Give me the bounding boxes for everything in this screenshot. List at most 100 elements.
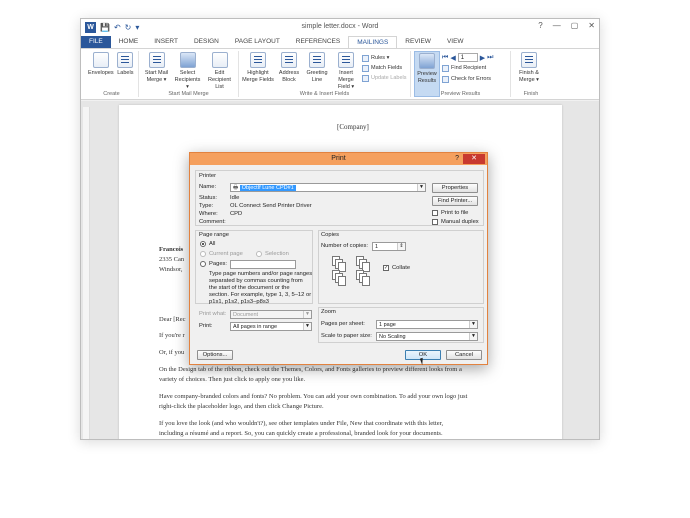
group-label: Start Mail Merge xyxy=(168,91,209,97)
window-controls: ? — ▢ ✕ xyxy=(538,21,595,30)
print-what-dropdown[interactable]: Document ▼ xyxy=(230,310,312,319)
salutation[interactable]: Dear [Rec xyxy=(159,315,186,324)
collate-sheet xyxy=(338,276,346,286)
greeting-line-icon xyxy=(309,52,325,68)
tab-design[interactable]: DESIGN xyxy=(186,36,227,48)
tab-page-layout[interactable]: PAGE LAYOUT xyxy=(227,36,288,48)
pages-per-sheet-dropdown[interactable]: 1 page ▼ xyxy=(376,320,478,329)
sender-address-line-2[interactable]: Windsor, xyxy=(159,265,183,274)
paragraph-3-line-1[interactable]: If you love the look (and who wouldn't?)… xyxy=(159,419,443,428)
comment-label: Comment: xyxy=(199,219,226,225)
scale-to-paper-dropdown[interactable]: No Scaling ▼ xyxy=(376,332,478,341)
status-value: Idle xyxy=(230,195,240,201)
record-input[interactable]: 1 xyxy=(457,53,478,62)
find-printer-button[interactable]: Find Printer... xyxy=(432,196,478,206)
where-label: Where: xyxy=(199,211,218,217)
first-record-icon[interactable]: ⏮ xyxy=(442,54,448,62)
sender-address-line-1[interactable]: 2335 Can xyxy=(159,255,184,264)
group-label: Write & Insert Fields xyxy=(299,91,350,97)
vertical-ruler[interactable] xyxy=(83,107,90,439)
restore-button[interactable]: ▢ xyxy=(571,21,579,30)
match-fields-button[interactable]: Match Fields xyxy=(362,63,406,73)
group-finish: Finish & Merge ▾ Finish xyxy=(511,51,551,97)
paragraph-1-line-2[interactable]: variety of choices. Then just click to a… xyxy=(159,375,305,384)
company-placeholder[interactable]: [Company] xyxy=(337,123,369,132)
tab-home[interactable]: HOME xyxy=(111,36,147,48)
group-label: Create xyxy=(103,91,120,97)
tab-review[interactable]: REVIEW xyxy=(397,36,439,48)
edit-list-icon xyxy=(211,52,228,68)
address-block-icon xyxy=(281,52,297,68)
page-range-label: Page range xyxy=(199,232,229,238)
spinner-arrows-icon[interactable]: ⇕ xyxy=(397,243,405,250)
check-errors-button[interactable]: Check for Errors xyxy=(442,74,493,84)
paragraph-2-line-1[interactable]: Have company-branded colors and fonts? N… xyxy=(159,392,467,401)
tab-view[interactable]: VIEW xyxy=(439,36,472,48)
print-dropdown[interactable]: All pages in range ▼ xyxy=(230,322,312,331)
dialog-close-button[interactable]: ✕ xyxy=(463,154,485,164)
page-range-hint-5: p1s1, p1s2, p1s3–p8s3 xyxy=(209,299,269,305)
print-label: Print: xyxy=(199,323,213,329)
pages-radio[interactable] xyxy=(200,261,206,267)
tab-references[interactable]: REFERENCES xyxy=(288,36,348,48)
preview-icon xyxy=(419,53,435,69)
paragraph-3-line-2[interactable]: including a résumé and a report. So, you… xyxy=(159,429,443,438)
print-dialog-title: Print xyxy=(331,155,346,162)
tab-file[interactable]: FILE xyxy=(81,36,111,48)
merge-field-icon xyxy=(338,52,354,68)
tab-insert[interactable]: INSERT xyxy=(146,36,186,48)
body-line-a[interactable]: If you're r xyxy=(159,331,185,340)
body-line-b[interactable]: Or, if you xyxy=(159,348,184,357)
collate-checkbox[interactable]: ✓ xyxy=(383,265,389,271)
paragraph-2-line-2[interactable]: right-click the placeholder logo, and th… xyxy=(159,402,324,411)
print-to-file-checkbox[interactable] xyxy=(432,210,438,216)
record-navigation: ⏮ ◀ 1 ▶ ⏭ xyxy=(442,53,493,62)
group-create: Envelopes Labels Create xyxy=(85,51,139,97)
collate-sheet xyxy=(362,276,370,286)
current-page-label: Current page xyxy=(209,251,243,257)
all-pages-label: All xyxy=(209,241,216,247)
scale-to-paper-label: Scale to paper size: xyxy=(321,333,372,339)
help-icon[interactable]: ? xyxy=(538,21,542,30)
selection-label: Selection xyxy=(265,251,289,257)
printer-name-dropdown[interactable]: 🖶 ObjectIf Lune CPD#1 ▼ xyxy=(230,183,426,192)
manual-duplex-label: Manual duplex xyxy=(441,219,479,225)
update-labels-icon xyxy=(362,74,369,82)
pages-input[interactable] xyxy=(230,260,296,269)
paragraph-1-line-1[interactable]: On the Design tab of the ribbon, check o… xyxy=(159,365,462,374)
chevron-down-icon: ▼ xyxy=(303,323,311,330)
group-start-mail-merge: Start Mail Merge ▾ Select Recipients ▾ E… xyxy=(139,51,239,97)
collate-label: Collate xyxy=(392,265,411,271)
minimize-button[interactable]: — xyxy=(553,21,561,30)
where-value: CPD xyxy=(230,211,243,217)
labels-icon xyxy=(117,52,134,68)
title-bar: W 💾 ↶ ↻ ▾ simple letter.docx - Word ? — … xyxy=(81,19,599,36)
find-recipient-button[interactable]: Find Recipient xyxy=(442,63,493,73)
print-what-label: Print what: xyxy=(199,311,227,317)
selection-radio[interactable] xyxy=(256,251,262,257)
match-fields-icon xyxy=(362,64,369,72)
rules-button[interactable]: Rules ▾ xyxy=(362,53,406,63)
close-button[interactable]: ✕ xyxy=(588,21,595,30)
next-record-icon[interactable]: ▶ xyxy=(480,54,485,62)
chevron-down-icon: ▼ xyxy=(469,321,477,328)
options-button[interactable]: Options... xyxy=(197,350,233,360)
last-record-icon[interactable]: ⏭ xyxy=(487,54,493,62)
chevron-down-icon: ▼ xyxy=(417,184,425,191)
print-dialog-title-bar: Print ? ✕ xyxy=(190,153,487,165)
cancel-button[interactable]: Cancel xyxy=(446,350,482,360)
manual-duplex-checkbox[interactable] xyxy=(432,219,438,225)
previous-record-icon[interactable]: ◀ xyxy=(450,54,455,62)
current-page-radio[interactable] xyxy=(200,251,206,257)
copies-label: Copies xyxy=(321,232,340,238)
find-icon xyxy=(442,64,449,72)
printer-name-label: Name: xyxy=(199,184,217,190)
sender-name[interactable]: Francois xyxy=(159,245,183,254)
update-labels-button[interactable]: Update Labels xyxy=(362,73,406,83)
copies-spinner[interactable]: 1 ⇕ xyxy=(372,242,406,251)
properties-button[interactable]: Properties xyxy=(432,183,478,193)
tab-mailings[interactable]: MAILINGS xyxy=(348,36,398,48)
dialog-help-icon[interactable]: ? xyxy=(455,153,459,165)
chevron-down-icon: ▼ xyxy=(303,311,311,318)
all-pages-radio[interactable] xyxy=(200,241,206,247)
